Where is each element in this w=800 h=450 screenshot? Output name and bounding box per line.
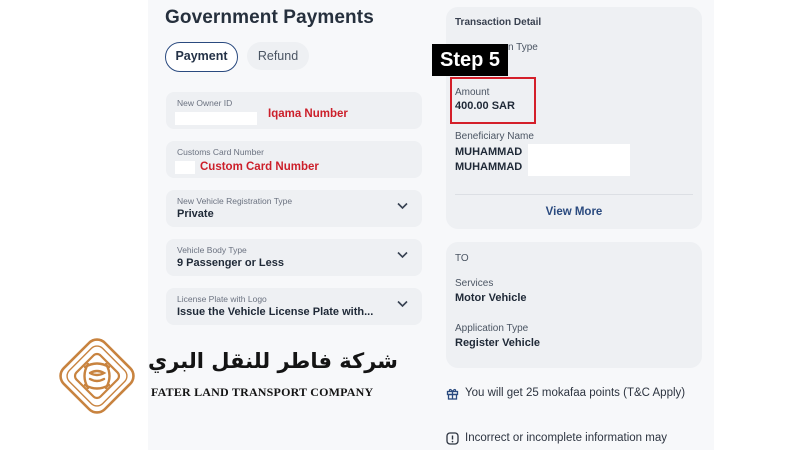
divider <box>455 194 693 195</box>
gift-icon <box>446 388 459 400</box>
transaction-type-label: n Type <box>508 42 538 53</box>
tab-payment[interactable]: Payment <box>165 42 238 72</box>
amount-highlight-box <box>450 77 536 124</box>
view-more-link[interactable]: View More <box>446 206 702 218</box>
brand-name-arabic: شركة فاطر للنقل البري <box>148 349 398 373</box>
license-plate-select[interactable]: License Plate with Logo Issue the Vehicl… <box>166 288 422 325</box>
body-type-value: 9 Passenger or Less <box>177 257 285 269</box>
beneficiary-name-line2: MUHAMMAD <box>455 161 523 173</box>
body-type-select[interactable]: Vehicle Body Type 9 Passenger or Less <box>166 239 422 276</box>
brand-name-english: FATER LAND TRANSPORT COMPANY <box>151 385 374 399</box>
tab-refund[interactable]: Refund <box>247 42 309 70</box>
custom-card-annotation: Custom Card Number <box>200 161 319 173</box>
to-header: TO <box>455 253 469 264</box>
redacted-value <box>175 161 195 174</box>
registration-type-label: New Vehicle Registration Type <box>177 196 293 206</box>
warning-text: Incorrect or incomplete information may <box>465 432 667 444</box>
license-plate-label: License Plate with Logo <box>177 294 267 304</box>
customs-card-label: Customs Card Number <box>177 147 264 157</box>
step-badge: Step 5 <box>432 44 508 76</box>
beneficiary-name-line1: MUHAMMAD <box>455 146 523 158</box>
license-plate-value: Issue the Vehicle License Plate with... <box>177 306 374 318</box>
chevron-down-icon <box>397 202 408 210</box>
registration-type-value: Private <box>177 208 214 220</box>
page-title: Government Payments <box>165 7 374 28</box>
services-value: Motor Vehicle <box>455 292 527 304</box>
application-type-label: Application Type <box>455 323 529 334</box>
owner-id-label: New Owner ID <box>177 98 233 108</box>
transaction-detail-header: Transaction Detail <box>455 17 542 28</box>
screen: Government Payments Payment Refund New O… <box>0 0 800 450</box>
services-label: Services <box>455 278 494 289</box>
iqama-number-annotation: Iqama Number <box>268 108 348 120</box>
registration-type-select[interactable]: New Vehicle Registration Type Private <box>166 190 422 227</box>
to-card: TO Services Motor Vehicle Application Ty… <box>446 242 702 368</box>
fater-logo <box>59 338 135 414</box>
redacted-value <box>528 144 630 176</box>
exclamation-icon <box>446 432 459 445</box>
beneficiary-label: Beneficiary Name <box>455 131 534 142</box>
chevron-down-icon <box>397 300 408 308</box>
chevron-down-icon <box>397 251 408 259</box>
redacted-value <box>175 112 257 125</box>
application-type-value: Register Vehicle <box>455 337 540 349</box>
body-type-label: Vehicle Body Type <box>177 245 247 255</box>
mokafaa-points-text: You will get 25 mokafaa points (T&C Appl… <box>465 387 686 399</box>
